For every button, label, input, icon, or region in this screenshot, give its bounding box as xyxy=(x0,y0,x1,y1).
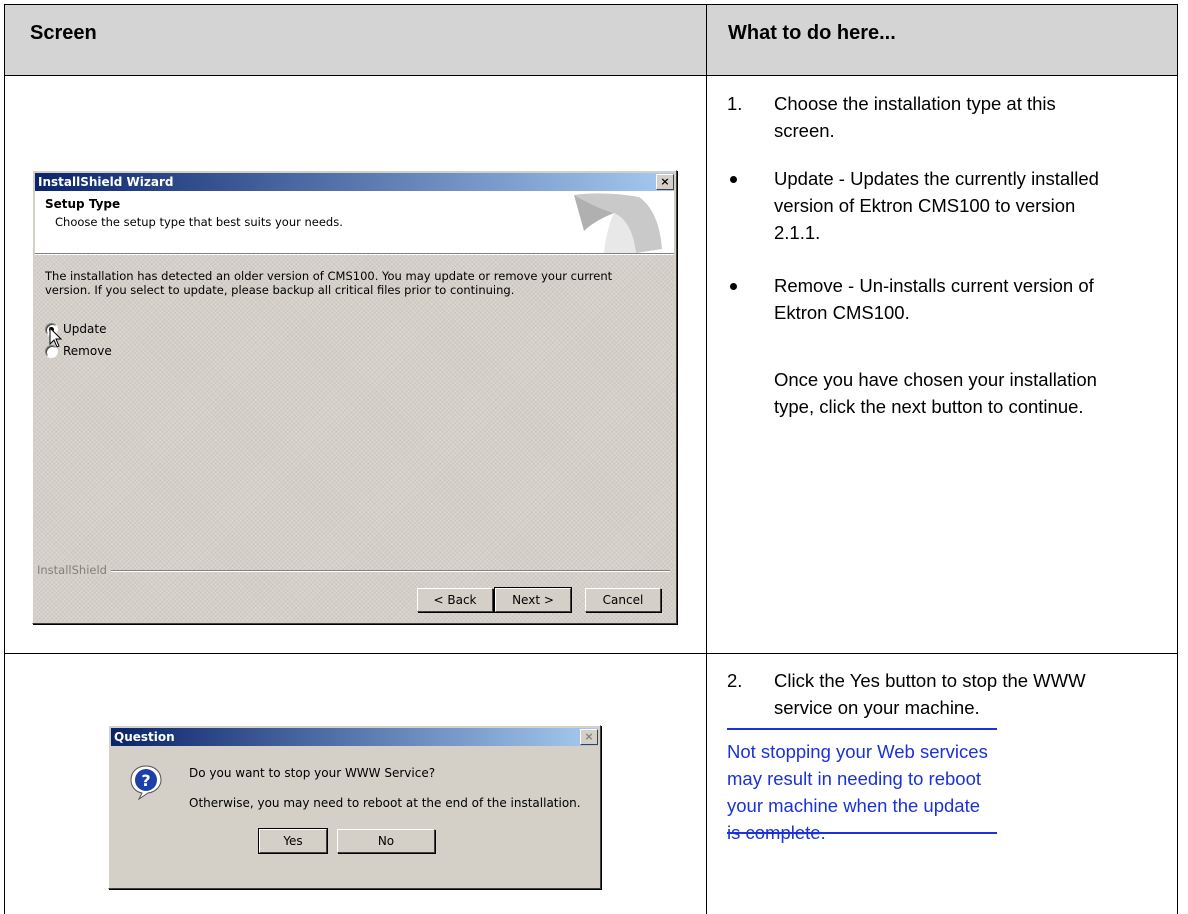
wizard-page-curl-icon xyxy=(574,193,662,253)
bullet-update-text: Update - Updates the currently installed… xyxy=(774,168,1099,243)
question-dialog: Question × ? Do you want to stop your WW… xyxy=(108,725,601,889)
question-titlebar: Question xyxy=(111,728,598,746)
installshield-wizard-dialog: InstallShield Wizard × Setup Type Choose… xyxy=(32,170,677,624)
question-title: Question xyxy=(114,730,175,744)
back-button[interactable]: < Back xyxy=(417,588,493,612)
cancel-button[interactable]: Cancel xyxy=(585,588,661,612)
question-line-1: Do you want to stop your WWW Service? xyxy=(189,766,436,780)
radio-update[interactable]: Update xyxy=(45,322,165,338)
step-1-followup: Once you have chosen your installation t… xyxy=(727,366,1127,456)
radio-update-label: Update xyxy=(63,322,107,336)
bullet-dot xyxy=(730,283,737,290)
table-border-top xyxy=(4,4,1178,5)
note-text: Not stopping your Web services may resul… xyxy=(727,741,988,843)
step-1-text: Choose the installation type at this scr… xyxy=(774,93,1056,141)
close-icon[interactable]: × xyxy=(580,729,598,745)
radio-remove[interactable]: Remove xyxy=(45,344,165,360)
installshield-body: The installation has detected an older v… xyxy=(35,255,674,621)
table-row-divider xyxy=(4,653,1178,654)
setup-type-subtitle: Choose the setup type that best suits yo… xyxy=(55,215,343,229)
followup-text: Once you have chosen your installation t… xyxy=(774,369,1097,417)
table-header-background xyxy=(5,5,1177,75)
bullet-remove: Remove - Un-installs current version of … xyxy=(727,272,1127,332)
installshield-header-panel: Setup Type Choose the setup type that be… xyxy=(35,191,674,253)
close-icon[interactable]: × xyxy=(656,174,674,190)
step-2-number: 2. xyxy=(727,670,743,691)
header-what-to-do: What to do here... xyxy=(728,22,896,44)
table-border-right xyxy=(1177,4,1178,914)
table-header-divider xyxy=(4,75,1178,76)
installshield-brand: InstallShield xyxy=(37,563,111,577)
table-column-divider xyxy=(706,4,707,914)
step-1-number: 1. xyxy=(727,93,743,114)
installshield-titlebar: InstallShield Wizard xyxy=(35,173,674,191)
bullet-remove-text: Remove - Un-installs current version of … xyxy=(774,275,1094,323)
yes-button[interactable]: Yes xyxy=(258,828,328,854)
no-button[interactable]: No xyxy=(337,829,435,853)
setup-type-title: Setup Type xyxy=(45,197,121,211)
radio-remove-label: Remove xyxy=(63,344,112,358)
step-1: 1. Choose the installation type at this … xyxy=(727,90,1127,150)
note-rule-top xyxy=(727,728,997,730)
installshield-body-text: The installation has detected an older v… xyxy=(45,269,613,297)
header-screen: Screen xyxy=(30,22,97,44)
table-border-left xyxy=(4,4,5,914)
bullet-update: Update - Updates the currently installed… xyxy=(727,165,1127,250)
svg-text:?: ? xyxy=(141,771,150,790)
note-rule-bottom xyxy=(727,832,997,834)
next-button[interactable]: Next > xyxy=(494,587,572,613)
question-line-2: Otherwise, you may need to reboot at the… xyxy=(189,796,581,810)
brand-separator xyxy=(37,570,670,572)
bullet-dot xyxy=(730,176,737,183)
step-2-text: Click the Yes button to stop the WWW ser… xyxy=(774,670,1086,718)
step-2: 2. Click the Yes button to stop the WWW … xyxy=(727,667,1127,727)
installshield-title: InstallShield Wizard xyxy=(38,175,174,189)
question-icon: ? xyxy=(130,765,162,800)
